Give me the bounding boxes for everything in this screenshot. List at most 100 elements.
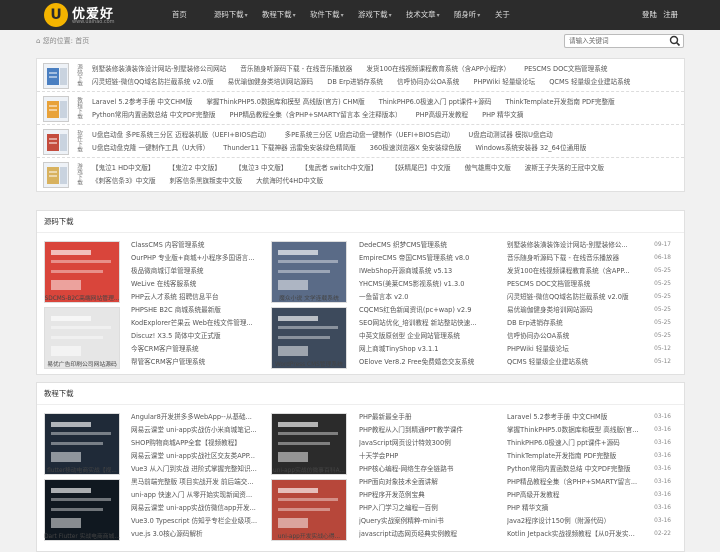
nav-item[interactable]: 技术文章▾ [406, 0, 440, 31]
list-item[interactable]: 音乐随身听源码下载 - 在线音乐播放器 06-18 [507, 252, 671, 265]
thumbnail-caption[interactable]: 魔众小说 文学连载系统 [268, 293, 350, 302]
list-item[interactable]: DedeCMS 织梦CMS管理系统 [359, 239, 499, 252]
category-link[interactable]: U盘启动盘克隆 一键制作工具（U大师） [92, 142, 209, 155]
category-link[interactable]: PESCMS DOC文档管理系统 [524, 63, 607, 76]
thumbnail-caption[interactable]: SDCMS-B2C高端网站管理... [41, 293, 123, 302]
list-item[interactable]: 黑马前端完整版 项目实战开发 前后端交... [131, 476, 271, 489]
list-item[interactable]: 网易云课堂 uni-app实战仿小米商城笔记... [131, 424, 271, 437]
thumbnail-caption[interactable]: 易优广告印刷公司网站源码 [41, 359, 123, 368]
site-logo[interactable]: U 优爱好 www.uaihao.com [44, 2, 134, 28]
category-link[interactable]: PHP高级开发教程 [416, 109, 468, 122]
category-link[interactable]: Thunder11 下载神器 迅雷免安装绿色精简版 [223, 142, 355, 155]
list-item[interactable]: PHP核心编程-网络生存全链路书 [359, 463, 499, 476]
nav-item[interactable]: 游戏下载▾ [358, 0, 392, 31]
thumbnail-caption[interactable]: WordPress CMS管理系统 [268, 359, 350, 368]
list-item[interactable]: Kotlin Jetpack实战视频教程【从0开发实... 02-22 [507, 528, 671, 541]
list-item[interactable]: ClassCMS 内容管理系统 [131, 239, 271, 252]
list-item[interactable]: 网上商城TinyShop v3.1.1 [359, 343, 499, 356]
login-link[interactable]: 登陆 [642, 10, 657, 19]
list-item[interactable]: Discuz! X3.5 简体中文正式版 [131, 330, 271, 343]
nav-item[interactable]: 关于 [495, 0, 510, 30]
category-link[interactable]: 360极速浏览器X 免安装绿色版 [370, 142, 462, 155]
list-item[interactable]: PHPSHE B2C 商城系统最新版 [131, 304, 271, 317]
category-link[interactable]: 多PE系统三分区 U盘启动盘一键制作（UEFI+BIOS启动） [285, 129, 455, 142]
list-item[interactable]: 信呼协同办公OA系统 05-25 [507, 330, 671, 343]
category-link[interactable]: U盘启动测试器 模拟U盘启动 [468, 129, 552, 142]
category-link[interactable]: Laravel 5.2参考手册 中文CHM版 [92, 96, 192, 109]
list-item[interactable]: PHPWiki 轻量级论坛 05-12 [507, 343, 671, 356]
nav-item[interactable]: 源码下载▾ [214, 0, 248, 31]
category-link[interactable]: 大航海时代4HD中文版 [256, 175, 323, 188]
list-item[interactable]: 网易云课堂 uni-app实战仿微信app开发... [131, 502, 271, 515]
list-item[interactable]: PHP 精华文摘 03-16 [507, 502, 671, 515]
list-item[interactable]: QCMS 轻量级企业建站系统 05-12 [507, 356, 671, 369]
list-item[interactable]: 发货100在线视频课程教育系统（含APP... 05-25 [507, 265, 671, 278]
nav-item[interactable]: 软件下载▾ [310, 0, 344, 31]
list-item[interactable]: SEO网站优化_培训教程 新站整站快速... [359, 317, 499, 330]
list-item[interactable]: 闪灵短链-微信QQ域名防拦截系统 v2.0版 05-25 [507, 291, 671, 304]
nav-item[interactable]: 教程下载▾ [262, 0, 296, 31]
category-link[interactable]: 波斯王子失落的王冠中文版 [525, 162, 604, 175]
list-item[interactable]: 今客CRM客户管理系统 [131, 343, 271, 356]
list-item[interactable]: JavaScript网页设计特效300例 [359, 437, 499, 450]
category-link[interactable]: 发货100在线视频课程教育系统（含APP小程序） [366, 63, 510, 76]
category-link[interactable]: 【鬼泣1 HD中文版】 [92, 162, 154, 175]
list-item[interactable]: PHP高级开发教程 03-16 [507, 489, 671, 502]
list-item[interactable]: 十天学会PHP [359, 450, 499, 463]
list-item[interactable]: SHOP购物商城APP全套【视频教程】 [131, 437, 271, 450]
category-link[interactable]: DB Erp进销存系统 [327, 76, 383, 89]
list-item[interactable]: PHP最新最全手册 [359, 411, 499, 424]
category-link[interactable]: ThinkPHP6.0极速入门 ppt课件+源码 [379, 96, 492, 109]
list-item[interactable]: PHP程序开发范例宝典 [359, 489, 499, 502]
list-item[interactable]: PHP面向对象技术全面讲解 [359, 476, 499, 489]
list-item[interactable]: Vue3 从入门到实战 进阶式掌握完整知识... [131, 463, 271, 476]
category-link[interactable]: Windows系统安装器 32_64位通用版 [475, 142, 586, 155]
category-link[interactable]: 【妖精尾巴】中文版 [391, 162, 450, 175]
search-input[interactable]: 请输入关键词 [569, 35, 609, 47]
category-link[interactable]: ThinkTemplate开发指南 PDF完整版 [505, 96, 614, 109]
list-item[interactable]: Python常用内置函数总结 中文PDF完整版 03-16 [507, 463, 671, 476]
thumbnail-caption[interactable]: flutter移动电商实战【视... [41, 465, 123, 474]
category-link[interactable]: 闪灵短链-微信QQ域名防拦截系统 v2.0版 [92, 76, 214, 89]
nav-item[interactable]: 随身听▾ [454, 0, 480, 31]
category-link[interactable]: 掌握ThinkPHP5.0数据库和模型 高线版(官方) CHM版 [206, 96, 364, 109]
list-item[interactable]: 网易云课堂 uni-app实战社区交友类APP... [131, 450, 271, 463]
category-icon[interactable]: 源码下载 [43, 63, 82, 89]
list-item[interactable]: javascript动态网页经典实例教程 [359, 528, 499, 541]
list-item[interactable]: DB Erp进销存系统 05-25 [507, 317, 671, 330]
category-link[interactable]: QCMS 轻量级企业建站系统 [549, 76, 630, 89]
list-item[interactable]: OurPHP 专业版+商城+小程序多国语言... [131, 252, 271, 265]
category-link[interactable]: 刺客信条黑旗叛变中文版 [170, 175, 243, 188]
list-item[interactable]: 帮管客CRM客户管理系统 [131, 356, 271, 369]
category-icon[interactable]: 教程下载 [43, 96, 82, 122]
list-item[interactable]: Angular8开发拼多多WebApp--从基础... [131, 411, 271, 424]
list-item[interactable]: Java2程序设计150例（附源代码） 03-16 [507, 515, 671, 528]
category-link[interactable]: U盘启动盘 多PE系统三分区 迈程装机版（UEFI+BIOS启动） [92, 129, 271, 142]
category-link[interactable]: 别墅装修装潢装饰设计网站-别墅装修公司网站 [92, 63, 226, 76]
list-item[interactable]: uni-app 快速入门 从零开始实现新闻资... [131, 489, 271, 502]
category-link[interactable]: 【鬼泣3 中文版】 [235, 162, 287, 175]
list-item[interactable]: Vue3.0 Typescript 仿知乎专栏企业级项... [131, 515, 271, 528]
nav-item[interactable]: 首页 [172, 0, 187, 30]
search-button[interactable] [668, 35, 682, 47]
category-link[interactable]: PHPWiki 轻量级论坛 [473, 76, 535, 89]
category-link[interactable]: Python常用内置函数总结 中文PDF完整版 [92, 109, 216, 122]
list-item[interactable]: 一鱼留言本 v2.0 [359, 291, 499, 304]
breadcrumb-home-link[interactable]: 首页 [75, 37, 89, 45]
list-item[interactable]: ThinkPHP6.0极速入门 ppt课件+源码 03-16 [507, 437, 671, 450]
list-item[interactable]: 掌握ThinkPHP5.0数据库和模型 高线版(官... 03-16 [507, 424, 671, 437]
list-item[interactable]: CQCMS红色新闻资讯(pc+wap) v2.9 [359, 304, 499, 317]
list-item[interactable]: PESCMS DOC文档管理系统 05-25 [507, 278, 671, 291]
category-icon[interactable]: 游戏下载 [43, 162, 82, 188]
list-item[interactable]: PHP精品教程全集（含PHP+SMARTY留言... 03-16 [507, 476, 671, 489]
list-item[interactable]: PHP云人才系统 招聘信息平台 [131, 291, 271, 304]
list-item[interactable]: KodExplorer芒果云 Web在线文件管理... [131, 317, 271, 330]
register-link[interactable]: 注册 [663, 10, 678, 19]
category-link[interactable]: 【鬼泣2 中文版】 [168, 162, 220, 175]
list-item[interactable]: 易优瑜伽健身类培训网站源码 05-25 [507, 304, 671, 317]
list-item[interactable]: 极品微商城订单管理系统 [131, 265, 271, 278]
list-item[interactable]: IWebShop开源商城系统 v5.13 [359, 265, 499, 278]
list-item[interactable]: 中英文版原创型 企业网站管理系统 [359, 330, 499, 343]
list-item[interactable]: EmpireCMS 帝国CMS管理系统 v8.0 [359, 252, 499, 265]
category-link[interactable]: 《刺客信条3》中文版 [92, 175, 156, 188]
